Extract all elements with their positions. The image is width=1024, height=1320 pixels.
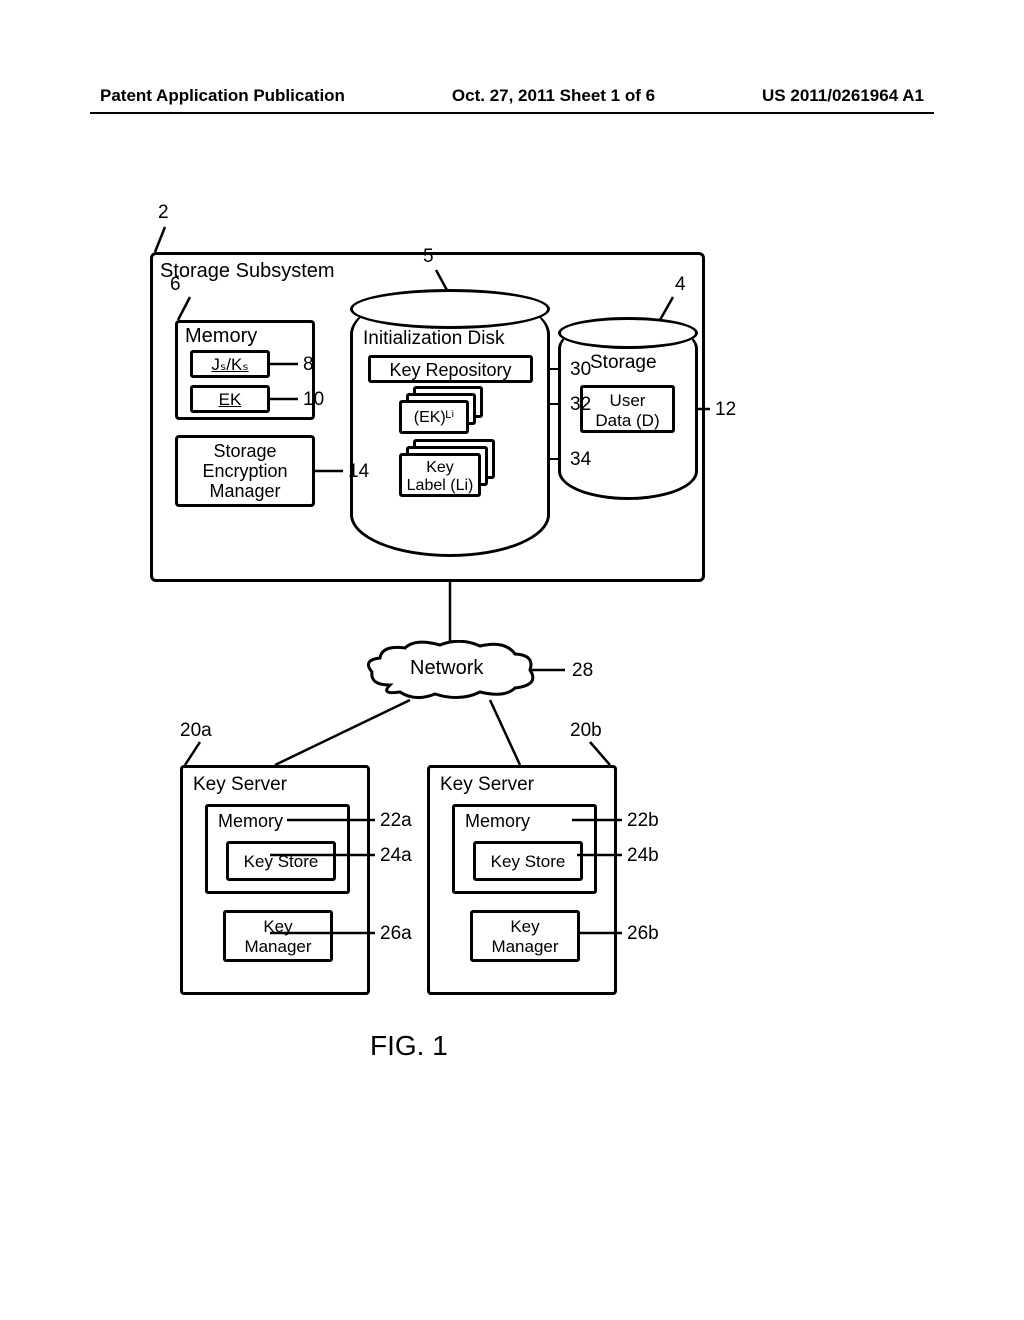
key-server-b-memory: Memory Key Store	[452, 804, 597, 894]
ref-20a: 20a	[180, 720, 212, 742]
header-rule	[90, 112, 934, 114]
ref-2: 2	[158, 202, 169, 224]
key-server-b-key-store: Key Store	[473, 841, 583, 881]
key-server-a-title: Key Server	[193, 774, 287, 796]
header-center: Oct. 27, 2011 Sheet 1 of 6	[452, 86, 655, 106]
ref-28: 28	[572, 660, 593, 682]
ref-24b: 24b	[627, 845, 659, 867]
jsks-label: Jₛ/Kₛ	[211, 355, 248, 374]
ref-14: 14	[348, 461, 369, 483]
storage-title: Storage	[590, 352, 657, 374]
user-data-box: User Data (D)	[580, 385, 675, 433]
memory-title: Memory	[185, 325, 257, 348]
key-label-stack-front: Key Label (Li)	[399, 453, 481, 497]
key-server-a-key-store: Key Store	[226, 841, 336, 881]
storage-encryption-manager-box: Storage Encryption Manager	[175, 435, 315, 507]
ref-5: 5	[423, 246, 434, 268]
figure-label: FIG. 1	[370, 1030, 448, 1062]
key-server-b-memory-title: Memory	[465, 811, 530, 832]
ref-34: 34	[570, 449, 591, 471]
storage-subsystem-title: Storage Subsystem	[160, 260, 335, 283]
diagram-canvas: Storage Subsystem Memory Jₛ/Kₛ EK Storag…	[120, 190, 904, 1120]
key-server-a-key-manager: Key Manager	[223, 910, 333, 962]
ek-li-stack-front: (EK)ᴸⁱ	[399, 400, 469, 434]
header-left: Patent Application Publication	[100, 86, 345, 106]
key-server-a: Key Server Memory Key Store Key Manager	[180, 765, 370, 995]
ref-20b: 20b	[570, 720, 602, 742]
key-server-b: Key Server Memory Key Store Key Manager	[427, 765, 617, 995]
ref-6: 6	[170, 274, 181, 296]
key-server-a-memory: Memory Key Store	[205, 804, 350, 894]
key-server-b-title: Key Server	[440, 774, 534, 796]
ref-26a: 26a	[380, 923, 412, 945]
ref-26b: 26b	[627, 923, 659, 945]
key-server-b-key-manager: Key Manager	[470, 910, 580, 962]
ek-box: EK	[190, 385, 270, 413]
page-header: Patent Application Publication Oct. 27, …	[0, 86, 1024, 106]
ref-10: 10	[303, 389, 324, 411]
jsks-box: Jₛ/Kₛ	[190, 350, 270, 378]
ref-22a: 22a	[380, 810, 412, 832]
key-repository-box: Key Repository	[368, 355, 533, 383]
ref-8: 8	[303, 354, 314, 376]
ref-30: 30	[570, 359, 591, 381]
ref-4: 4	[675, 274, 686, 296]
ref-32: 32	[570, 394, 591, 416]
header-right: US 2011/0261964 A1	[762, 86, 924, 106]
key-server-a-memory-title: Memory	[218, 811, 283, 832]
ref-22b: 22b	[627, 810, 659, 832]
network-label: Network	[410, 657, 483, 680]
ref-24a: 24a	[380, 845, 412, 867]
initialization-disk-title: Initialization Disk	[363, 328, 505, 350]
ref-12: 12	[715, 399, 736, 421]
